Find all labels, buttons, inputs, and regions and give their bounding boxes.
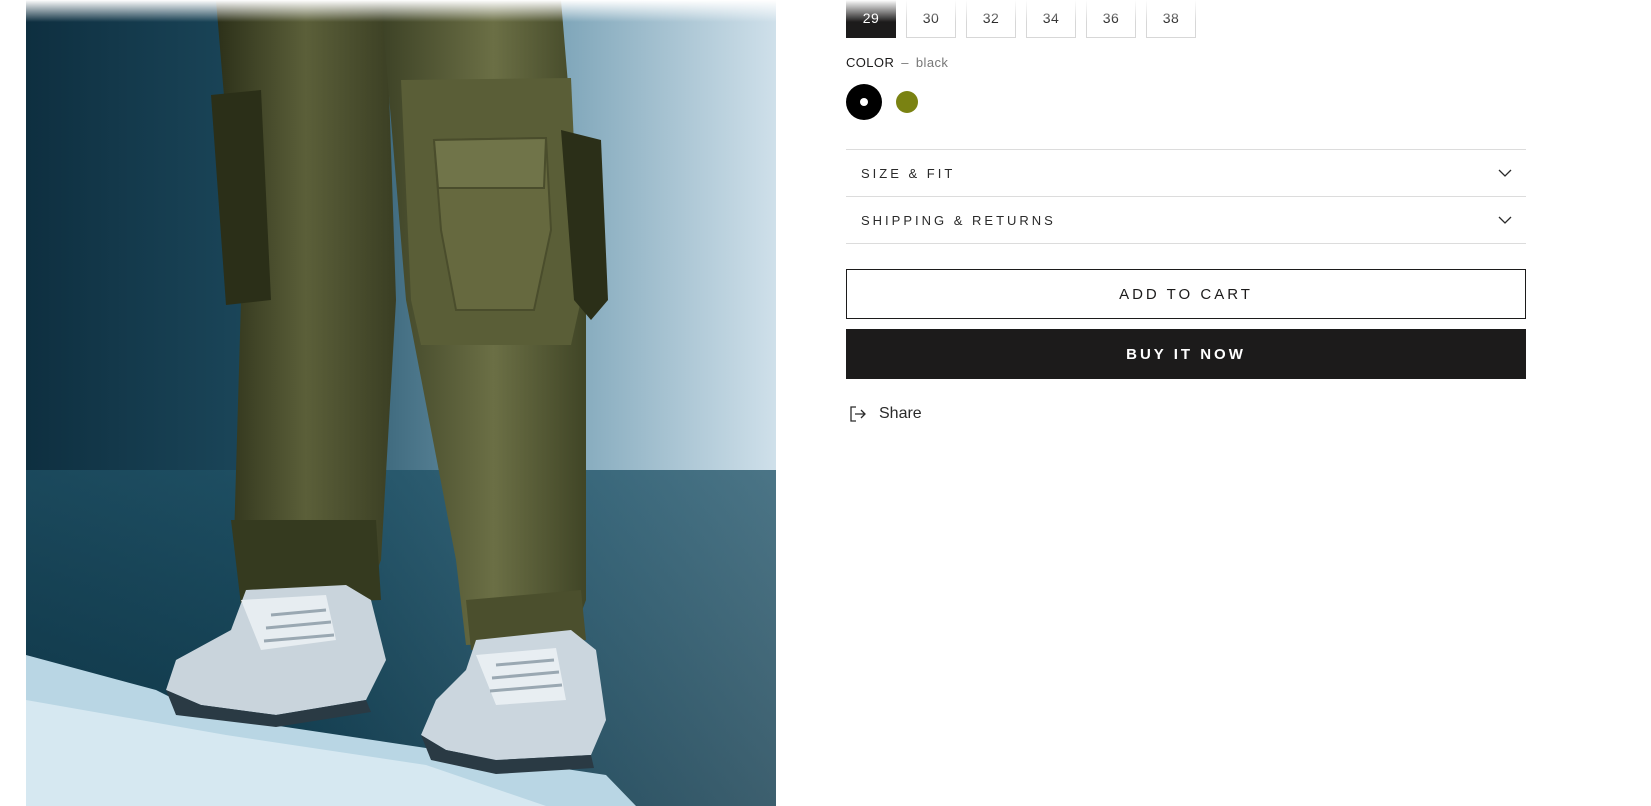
accordion-shipping-returns[interactable]: SHIPPING & RETURNS — [846, 197, 1526, 244]
size-selector: 29 30 32 34 36 38 — [846, 0, 1196, 38]
color-label-row: COLOR – black — [846, 55, 948, 70]
accordion-size-fit[interactable]: SIZE & FIT — [846, 150, 1526, 197]
color-selected-value: black — [915, 55, 949, 70]
product-photo-illustration — [26, 0, 776, 806]
share-icon — [850, 406, 866, 422]
share-label: Share — [879, 405, 922, 422]
size-option-34[interactable]: 34 — [1026, 0, 1076, 38]
product-accordion: SIZE & FIT SHIPPING & RETURNS — [846, 149, 1526, 244]
color-swatch-black[interactable] — [846, 84, 882, 120]
size-option-30[interactable]: 30 — [906, 0, 956, 38]
buy-it-now-button[interactable]: BUY IT NOW — [846, 329, 1526, 379]
add-to-cart-button[interactable]: ADD TO CART — [846, 269, 1526, 319]
accordion-shipping-returns-label: SHIPPING & RETURNS — [861, 212, 1056, 228]
size-option-36[interactable]: 36 — [1086, 0, 1136, 38]
color-swatches — [846, 84, 918, 120]
product-info: 29 30 32 34 36 38 COLOR – black SIZE & F… — [846, 0, 1526, 806]
accordion-size-fit-label: SIZE & FIT — [861, 165, 956, 181]
size-option-29[interactable]: 29 — [846, 0, 896, 38]
chevron-down-icon — [1498, 169, 1512, 177]
selected-indicator — [860, 98, 868, 106]
color-separator: – — [901, 55, 909, 70]
color-label: COLOR — [846, 55, 895, 70]
product-image[interactable] — [26, 0, 776, 806]
color-swatch-olive[interactable] — [896, 91, 918, 113]
size-option-38[interactable]: 38 — [1146, 0, 1196, 38]
chevron-down-icon — [1498, 216, 1512, 224]
size-option-32[interactable]: 32 — [966, 0, 1016, 38]
share-button[interactable]: Share — [849, 405, 922, 423]
